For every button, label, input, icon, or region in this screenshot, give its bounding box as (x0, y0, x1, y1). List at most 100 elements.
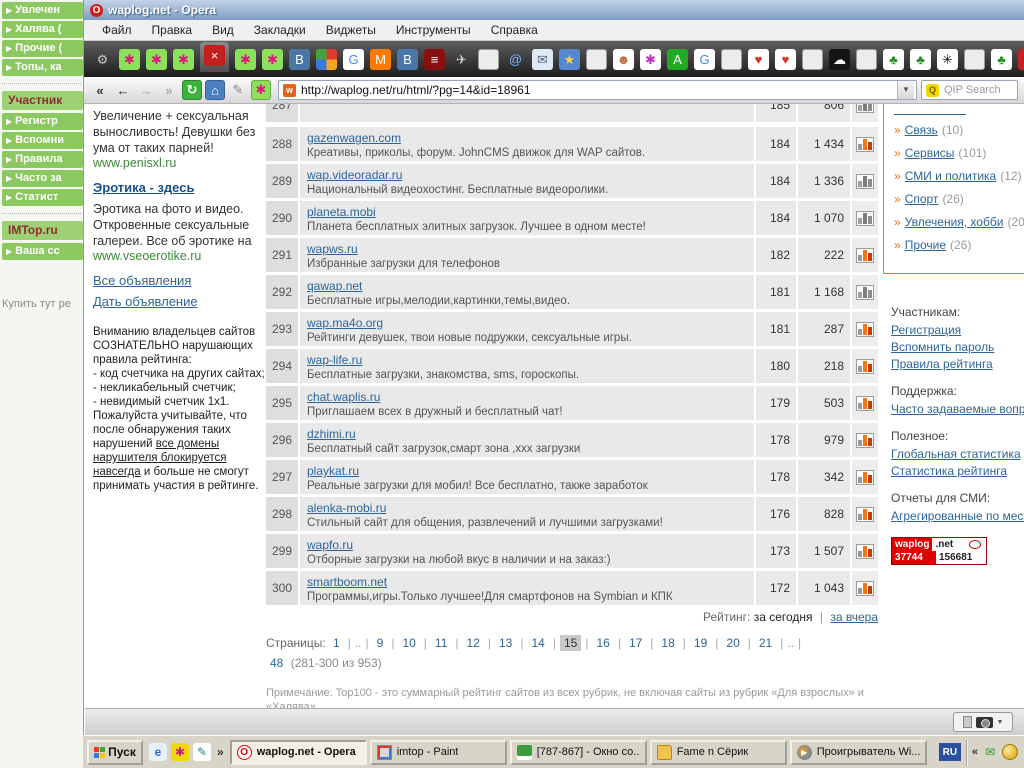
site-link[interactable]: playkat.ru (307, 464, 359, 478)
camera-icon[interactable] (976, 717, 993, 728)
google-icon[interactable]: G (343, 49, 364, 70)
bar-chart-icon[interactable] (856, 285, 874, 300)
reload-button[interactable]: ↻ (182, 80, 202, 100)
page-link[interactable]: 9 (373, 635, 388, 651)
menu-item[interactable]: Файл (92, 21, 142, 39)
document-icon[interactable] (802, 49, 823, 70)
category-item-clipped[interactable] (894, 107, 966, 115)
sidebar-item[interactable]: ▶Халява ( (2, 21, 83, 38)
section-link[interactable]: Статистика рейтинга (891, 464, 1024, 478)
title-bar[interactable]: O waplog.net - Opera (84, 0, 1024, 20)
tray-chevron-icon[interactable]: « (972, 746, 978, 758)
page-link[interactable]: 14 (527, 635, 548, 651)
mail-at-icon[interactable]: @ (505, 49, 526, 70)
all-ads-link[interactable]: Все объявления (93, 273, 265, 288)
bar-chart-icon[interactable] (856, 359, 874, 374)
bar-chart-icon[interactable] (856, 248, 874, 263)
picture-star-icon[interactable]: ★ (559, 49, 580, 70)
qip-icon[interactable]: ✱ (119, 49, 140, 70)
home-button[interactable]: ⌂ (205, 80, 225, 100)
qip-button[interactable]: ✱ (251, 80, 271, 100)
page-link[interactable]: 17 (625, 635, 646, 651)
post-ad-link[interactable]: Дать объявление (93, 294, 265, 309)
taskbar-button[interactable]: Fame n Cёрик (650, 740, 787, 765)
document-icon[interactable] (856, 49, 877, 70)
category-link[interactable]: СМИ и политика (905, 169, 997, 183)
sidebar-item[interactable]: ▶Увлечен (2, 2, 83, 19)
site-link[interactable]: wap.ma4o.org (307, 316, 383, 330)
fast-forward-button[interactable]: » (159, 80, 179, 100)
menu-item[interactable]: Правка (142, 21, 203, 39)
site-link[interactable]: wapws.ru (307, 242, 358, 256)
mail-agent-icon[interactable]: M (370, 49, 391, 70)
counter-badge[interactable]: waplog.net37744156681 (891, 537, 987, 565)
ad-link[interactable]: www.vseoerotike.ru (93, 249, 265, 263)
site-link[interactable]: planeta.mobi (307, 205, 376, 219)
category-link[interactable]: Спорт (905, 192, 939, 206)
bar-chart-icon[interactable] (856, 211, 874, 226)
site-link[interactable]: wap-life.ru (307, 353, 362, 367)
site-link[interactable]: wapfo.ru (307, 538, 353, 552)
menu-item[interactable]: Вид (202, 21, 244, 39)
section-link[interactable]: Агрегированные по месяцам (891, 509, 1024, 523)
google-icon[interactable]: G (694, 49, 715, 70)
site-link[interactable]: chat.waplis.ru (307, 390, 380, 404)
site-link[interactable]: alenka-mobi.ru (307, 501, 386, 515)
bar-chart-icon[interactable] (856, 507, 874, 522)
flower-icon[interactable]: ✱ (640, 49, 661, 70)
section-link[interactable]: Правила рейтинга (891, 357, 1024, 371)
mail-icon[interactable]: ✉ (532, 49, 553, 70)
ad-title-link[interactable]: Эротика - здесь (93, 180, 265, 195)
page-link[interactable]: 13 (495, 635, 516, 651)
chart-icon[interactable]: A (667, 49, 688, 70)
taskbar-button[interactable]: [787-867] - Окно со... (510, 740, 647, 765)
page-link[interactable]: 16 (592, 635, 613, 651)
forward-button[interactable]: → (136, 80, 156, 100)
page-link[interactable]: 11 (431, 635, 451, 651)
taskbar-button[interactable]: imtop - Paint (370, 740, 507, 765)
category-link[interactable]: Увлечения, хобби (905, 215, 1004, 229)
strawberry-icon[interactable]: ♥ (748, 49, 769, 70)
site-link[interactable]: gazenwagen.com (307, 131, 401, 145)
document-icon[interactable] (478, 49, 499, 70)
site-link[interactable]: wap.videoradar.ru (307, 168, 402, 182)
site-link[interactable]: qawap.net (307, 279, 362, 293)
page-link[interactable]: 21 (755, 635, 776, 651)
vk-icon[interactable]: B (289, 49, 310, 70)
clipped-red-icon[interactable] (1018, 49, 1024, 70)
site-link[interactable]: dzhimi.ru (307, 427, 356, 441)
satellite-icon[interactable]: ✈ (451, 49, 472, 70)
qip-icon[interactable]: ✱ (173, 49, 194, 70)
page-current[interactable]: 15 (560, 635, 581, 651)
section-link[interactable]: Вспомнить пароль (891, 340, 1024, 354)
quicklaunch-pen-icon[interactable]: ✎ (193, 743, 211, 761)
start-button[interactable]: Пуск (87, 740, 143, 765)
cannabis-leaf-icon[interactable]: ♣ (883, 49, 904, 70)
category-link[interactable]: Прочие (905, 238, 946, 252)
bar-chart-icon[interactable] (856, 137, 874, 152)
sidebar-item[interactable]: ▶Прочие ( (2, 40, 83, 57)
cannabis-leaf-icon[interactable]: ♣ (910, 49, 931, 70)
avatar-icon[interactable]: ☻ (613, 49, 634, 70)
cloud-icon[interactable]: ☁ (829, 49, 850, 70)
strawberry-icon[interactable]: ♥ (775, 49, 796, 70)
page-link[interactable]: 19 (690, 635, 711, 651)
bar-chart-icon[interactable] (856, 433, 874, 448)
tray-message-icon[interactable]: ✉ (982, 744, 998, 760)
color-grid-icon[interactable] (316, 49, 337, 70)
document-icon[interactable] (586, 49, 607, 70)
page-link[interactable]: 20 (722, 635, 743, 651)
address-bar[interactable]: w http://waplog.net/ru/html/?pg=14&id=18… (278, 80, 917, 100)
menu-item[interactable]: Справка (481, 21, 548, 39)
rating-yesterday-link[interactable]: за вчера (830, 610, 878, 624)
vk-icon[interactable]: B (397, 49, 418, 70)
taskbar-button[interactable]: Owaplog.net - Opera (230, 740, 367, 765)
category-link[interactable]: Связь (905, 123, 938, 137)
bar-chart-icon[interactable] (856, 581, 874, 596)
quicklaunch-overflow-chevron[interactable]: » (217, 745, 224, 759)
active-tab[interactable]: × (200, 42, 229, 72)
pencil-button[interactable]: ✎ (228, 80, 248, 100)
document-icon[interactable] (964, 49, 985, 70)
sidebar-item[interactable]: ▶Ваша сс (2, 243, 83, 260)
capture-dropdown-icon[interactable]: ▼ (997, 719, 1004, 726)
